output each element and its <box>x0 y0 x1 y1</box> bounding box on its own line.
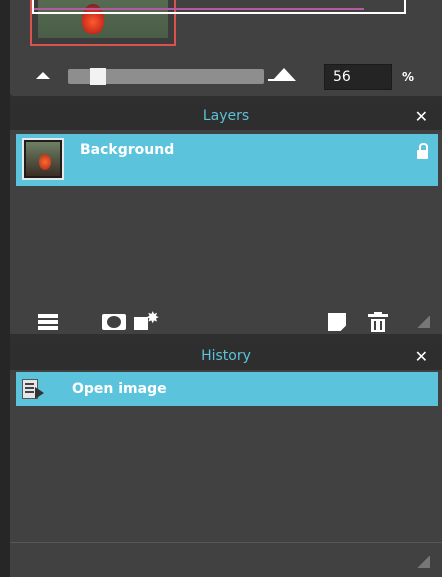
zoom-input[interactable]: 56 <box>324 64 392 90</box>
history-panel: History ✕ Open image <box>10 344 442 577</box>
zoom-in-icon[interactable] <box>272 68 296 81</box>
zoom-slider[interactable] <box>68 68 264 85</box>
mask-icon[interactable] <box>102 314 126 330</box>
layers-title: Layers <box>202 108 250 124</box>
new-layer-icon[interactable] <box>328 313 346 331</box>
layer-thumbnail <box>22 138 64 180</box>
layers-close-icon[interactable]: ✕ <box>415 107 428 126</box>
navigator-viewport-inner <box>34 0 364 10</box>
layer-item-background[interactable]: Background <box>16 134 438 186</box>
adjustments-icon[interactable] <box>38 314 58 330</box>
lock-icon[interactable] <box>417 143 428 159</box>
layers-header: Layers ✕ <box>10 104 442 130</box>
trash-icon[interactable] <box>368 312 388 332</box>
resize-corner-icon[interactable] <box>416 556 430 568</box>
history-item-label: Open image <box>72 381 167 397</box>
open-image-icon <box>22 379 44 399</box>
layer-name: Background <box>80 142 175 158</box>
navigator-panel: 56 % <box>10 0 442 96</box>
layers-toolbar: ✸ <box>10 308 442 334</box>
history-item-open-image[interactable]: Open image <box>16 372 438 406</box>
zoom-slider-thumb[interactable] <box>90 68 106 85</box>
navigator-viewport-frame[interactable] <box>32 0 406 14</box>
history-title: History <box>201 348 251 364</box>
zoom-unit-label: % <box>402 70 415 84</box>
layers-panel: Layers ✕ Background ✸ <box>10 104 442 334</box>
layer-style-icon[interactable]: ✸ <box>134 308 159 330</box>
zoom-out-icon[interactable] <box>36 72 50 79</box>
history-close-icon[interactable]: ✕ <box>415 347 428 366</box>
history-header: History ✕ <box>10 344 442 370</box>
left-edge <box>0 0 10 577</box>
resize-corner-icon[interactable] <box>416 316 430 328</box>
zoom-controls: 56 % <box>10 62 442 92</box>
history-divider <box>10 542 442 543</box>
